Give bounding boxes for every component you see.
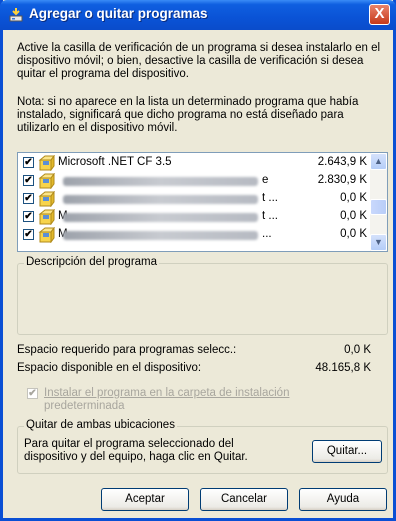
program-name-suffix: t ... <box>262 210 278 222</box>
program-row[interactable]: ✔ t ... 0,0 K <box>21 191 371 207</box>
program-name: Microsoft .NET CF 3.5 <box>58 156 172 168</box>
required-space-label: Espacio requerido para programas selecc.… <box>17 344 237 356</box>
program-name-suffix: e <box>262 174 269 186</box>
scroll-thumb[interactable] <box>370 199 387 215</box>
list-scrollbar[interactable]: ▲ ▼ <box>370 153 387 251</box>
scroll-up-icon[interactable]: ▲ <box>370 153 387 170</box>
package-icon <box>38 155 55 171</box>
package-icon <box>38 227 55 243</box>
program-checkbox[interactable]: ✔ <box>23 229 34 240</box>
available-space-value: 48.165,8 K <box>315 362 371 374</box>
add-remove-programs-window: Agregar o quitar programas X Active la c… <box>0 0 396 521</box>
redacted-name <box>63 195 258 204</box>
program-checkbox[interactable]: ✔ <box>23 175 34 186</box>
ok-button[interactable]: Aceptar <box>101 488 189 511</box>
redacted-name <box>63 213 258 222</box>
redacted-name <box>63 231 258 240</box>
remove-button[interactable]: Quitar... <box>312 440 382 463</box>
program-row[interactable]: ✔ Microsoft .NET CF 3.5 2.643,9 K <box>21 155 371 171</box>
window-title: Agregar o quitar programas <box>29 6 208 21</box>
package-icon <box>38 173 55 189</box>
default-folder-label-line2: predeterminada <box>44 400 125 412</box>
available-space-label: Espacio disponible en el dispositivo: <box>17 362 202 374</box>
cancel-button[interactable]: Cancelar <box>200 488 288 511</box>
note-text: Nota: si no aparece en la lista un deter… <box>17 96 359 134</box>
program-size: 0,0 K <box>340 192 367 204</box>
program-row[interactable]: ✔M...0,0 K <box>21 227 371 243</box>
description-group: Descripción del programa <box>17 256 388 335</box>
instructions-text: Active la casilla de verificación de un … <box>17 42 381 80</box>
program-name-suffix: t ... <box>262 192 278 204</box>
remove-group: Quitar de ambas ubicaciones Para quitar … <box>17 419 388 474</box>
remove-text-line1: Para quitar el programa seleccionado del <box>24 438 234 450</box>
required-space-value: 0,0 K <box>344 344 371 356</box>
program-size: 2.830,9 K <box>317 174 367 186</box>
program-checkbox[interactable]: ✔ <box>23 157 34 168</box>
default-folder-checkbox[interactable]: ✔ <box>27 388 38 399</box>
program-size: 0,0 K <box>340 210 367 222</box>
remove-group-text: Para quitar el programa seleccionado del… <box>24 438 248 464</box>
close-button[interactable]: X <box>369 4 390 25</box>
redacted-name <box>63 177 258 186</box>
program-checkbox[interactable]: ✔ <box>23 193 34 204</box>
remove-text-line2: dispositivo y del equipo, haga clic en Q… <box>24 451 248 463</box>
program-row[interactable]: ✔ e 2.830,9 K <box>21 173 371 189</box>
program-name-suffix: ... <box>262 228 272 240</box>
programs-icon <box>9 8 23 22</box>
default-folder-label-line1: Instalar el programa en la carpeta de in… <box>44 387 290 399</box>
package-icon <box>38 209 55 225</box>
package-icon <box>38 191 55 207</box>
program-row[interactable]: ✔Mt ...0,0 K <box>21 209 371 225</box>
title-bar[interactable]: Agregar o quitar programas X <box>0 0 396 30</box>
default-folder-label: Instalar el programa en la carpeta de in… <box>44 387 289 413</box>
help-button[interactable]: Ayuda <box>299 488 387 511</box>
program-list[interactable]: ✔ Microsoft .NET CF 3.5 2.643,9 K ✔ e 2.830,9… <box>17 152 388 252</box>
remove-group-legend: Quitar de ambas ubicaciones <box>24 419 177 431</box>
description-legend: Descripción del programa <box>24 256 160 268</box>
program-size: 0,0 K <box>340 228 367 240</box>
program-size: 2.643,9 K <box>317 156 367 168</box>
scroll-down-icon[interactable]: ▼ <box>370 234 387 251</box>
program-checkbox[interactable]: ✔ <box>23 211 34 222</box>
